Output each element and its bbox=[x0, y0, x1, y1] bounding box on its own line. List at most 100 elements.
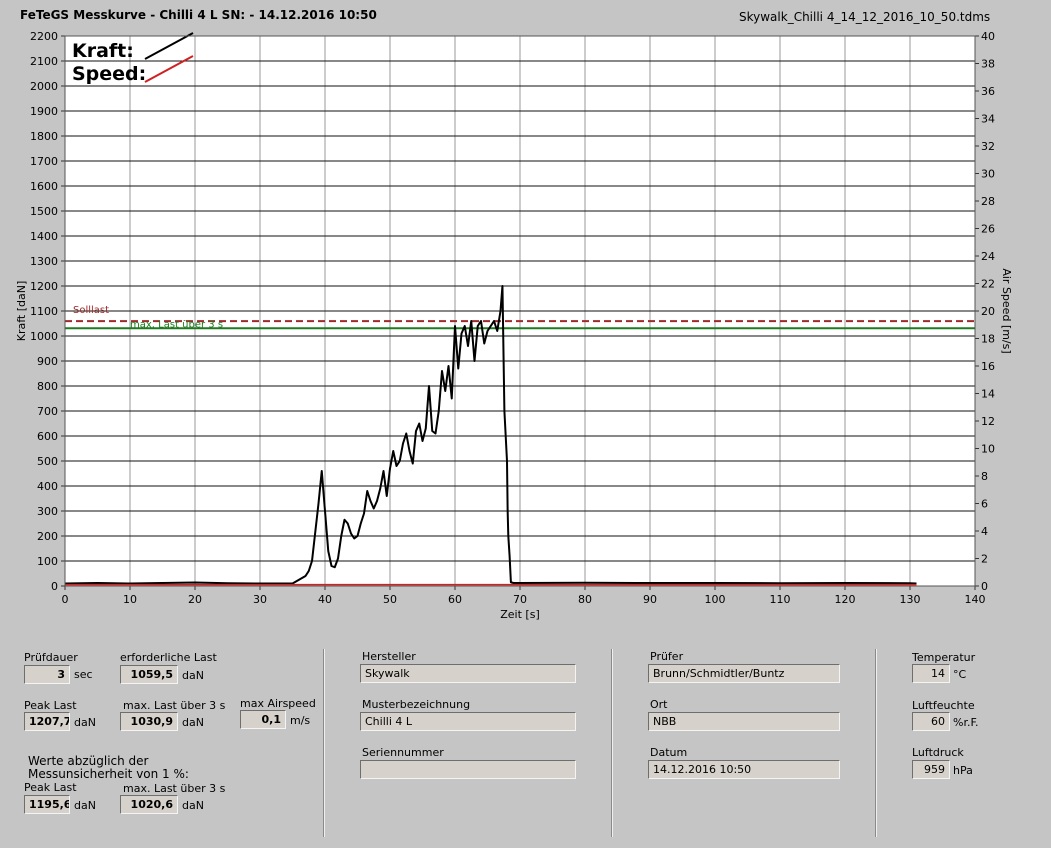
x-tick-label: 40 bbox=[318, 593, 332, 606]
y-left-tick-label: 1800 bbox=[30, 130, 58, 143]
erf-last-label: erforderliche Last bbox=[120, 651, 217, 664]
max-last-unit: daN bbox=[182, 716, 204, 729]
y-axis-left: 0 100 200 300 400 500 600 700 800 900 1000 1100 1200… bbox=[30, 30, 65, 593]
temperatur-unit: °C bbox=[953, 668, 967, 681]
panel-separator bbox=[611, 649, 613, 837]
x-tick-label: 90 bbox=[643, 593, 657, 606]
y-left-tick-label: 1200 bbox=[30, 280, 58, 293]
max-last-label: max. Last über 3 s bbox=[123, 699, 226, 712]
y-right-tick-label: 6 bbox=[981, 498, 988, 511]
y-right-tick-label: 28 bbox=[981, 195, 995, 208]
y-right-tick-label: 16 bbox=[981, 360, 995, 373]
max-airspeed-unit: m/s bbox=[290, 714, 311, 727]
y-axis-right: 0246810121416182022242628303234363840 bbox=[975, 30, 995, 593]
erf-last-field: 1059,5 bbox=[120, 665, 178, 684]
seriennummer-label: Seriennummer bbox=[362, 746, 444, 759]
y-left-tick-label: 300 bbox=[37, 505, 58, 518]
y-right-tick-label: 22 bbox=[981, 278, 995, 291]
luftfeuchte-label: Luftfeuchte bbox=[912, 699, 975, 712]
y-right-tick-label: 36 bbox=[981, 85, 995, 98]
y-left-tick-label: 1500 bbox=[30, 205, 58, 218]
ort-label: Ort bbox=[650, 698, 668, 711]
muster-label: Musterbezeichnung bbox=[362, 698, 471, 711]
peak-last-corr-field: 1195,6 bbox=[24, 795, 70, 814]
peak-last-field: 1207,7 bbox=[24, 712, 70, 731]
y-right-tick-label: 4 bbox=[981, 525, 988, 538]
luftdruck-label: Luftdruck bbox=[912, 746, 964, 759]
pruefdauer-unit: sec bbox=[74, 668, 93, 681]
luftfeuchte-field: 60 bbox=[912, 712, 950, 731]
hersteller-field: Skywalk bbox=[360, 664, 576, 683]
x-axis: 0 10 20 30 40 50 60 70 80 90 100 110 120 130 140 bbox=[62, 586, 986, 606]
y-right-tick-label: 8 bbox=[981, 470, 988, 483]
pruefdauer-field: 3 bbox=[24, 665, 70, 684]
y-left-tick-label: 2200 bbox=[30, 30, 58, 43]
y-right-tick-label: 0 bbox=[981, 580, 988, 593]
x-tick-label: 30 bbox=[253, 593, 267, 606]
y-right-tick-label: 32 bbox=[981, 140, 995, 153]
y-left-tick-label: 1000 bbox=[30, 330, 58, 343]
y-right-tick-label: 34 bbox=[981, 113, 995, 126]
y-left-tick-label: 600 bbox=[37, 430, 58, 443]
x-tick-label: 20 bbox=[188, 593, 202, 606]
y-right-tick-label: 10 bbox=[981, 443, 995, 456]
max-airspeed-label: max Airspeed bbox=[240, 697, 316, 710]
max-last-corr-unit: daN bbox=[182, 799, 204, 812]
pruefer-label: Prüfer bbox=[650, 650, 684, 663]
y-right-tick-label: 24 bbox=[981, 250, 995, 263]
y-left-tick-label: 1400 bbox=[30, 230, 58, 243]
y-left-tick-label: 1300 bbox=[30, 255, 58, 268]
y-right-tick-label: 2 bbox=[981, 553, 988, 566]
panel-separator bbox=[323, 649, 325, 837]
luftdruck-unit: hPa bbox=[953, 764, 973, 777]
max-airspeed-field: 0,1 bbox=[240, 710, 286, 729]
force-chart: 0100200300400500600700800900100011001200… bbox=[15, 30, 1013, 621]
hersteller-label: Hersteller bbox=[362, 650, 416, 663]
luftfeuchte-unit: %r.F. bbox=[953, 716, 979, 729]
y-axis-left-label: Kraft [daN] bbox=[15, 281, 28, 342]
y-left-tick-label: 1600 bbox=[30, 180, 58, 193]
peak-last-corr-unit: daN bbox=[74, 799, 96, 812]
max-last-corr-field: 1020,6 bbox=[120, 795, 178, 814]
y-right-tick-label: 26 bbox=[981, 223, 995, 236]
y-left-tick-label: 500 bbox=[37, 455, 58, 468]
temperatur-field: 14 bbox=[912, 664, 950, 683]
y-right-tick-label: 40 bbox=[981, 30, 995, 43]
y-left-tick-label: 800 bbox=[37, 380, 58, 393]
reference-line-label: Solllast bbox=[73, 305, 109, 316]
datum-label: Datum bbox=[650, 746, 688, 759]
legend-label: Kraft: bbox=[72, 40, 134, 62]
y-left-tick-label: 900 bbox=[37, 355, 58, 368]
pruefdauer-label: Prüfdauer bbox=[24, 651, 78, 664]
y-left-tick-label: 1100 bbox=[30, 305, 58, 318]
pruefer-field: Brunn/Schmidtler/Buntz bbox=[648, 664, 840, 683]
x-tick-label: 80 bbox=[578, 593, 592, 606]
y-left-tick-label: 2100 bbox=[30, 55, 58, 68]
y-left-tick-label: 400 bbox=[37, 480, 58, 493]
peak-last-label: Peak Last bbox=[24, 699, 77, 712]
luftdruck-field: 959 bbox=[912, 760, 950, 779]
x-tick-label: 120 bbox=[835, 593, 856, 606]
file-name: Skywalk_Chilli 4_14_12_2016_10_50.tdms bbox=[739, 10, 991, 24]
peak-last-unit: daN bbox=[74, 716, 96, 729]
x-tick-label: 10 bbox=[123, 593, 137, 606]
y-left-tick-label: 200 bbox=[37, 530, 58, 543]
chart-title: FeTeGS Messkurve - Chilli 4 L SN: - 14.1… bbox=[20, 8, 377, 22]
legend-label: Speed: bbox=[72, 63, 146, 85]
y-left-tick-label: 2000 bbox=[30, 80, 58, 93]
x-tick-label: 110 bbox=[770, 593, 791, 606]
max-last-field: 1030,9 bbox=[120, 712, 178, 731]
y-right-tick-label: 20 bbox=[981, 305, 995, 318]
y-right-tick-label: 30 bbox=[981, 168, 995, 181]
y-right-tick-label: 38 bbox=[981, 58, 995, 71]
x-tick-label: 50 bbox=[383, 593, 397, 606]
datum-field: 14.12.2016 10:50 bbox=[648, 760, 840, 779]
x-tick-label: 0 bbox=[62, 593, 69, 606]
werte-note-line-1: Werte abzüglich der bbox=[28, 754, 149, 768]
ort-field: NBB bbox=[648, 712, 840, 731]
panel-separator bbox=[875, 649, 877, 837]
muster-field: Chilli 4 L bbox=[360, 712, 576, 731]
x-axis-label: Zeit [s] bbox=[500, 608, 539, 621]
y-right-tick-label: 14 bbox=[981, 388, 995, 401]
temperatur-label: Temperatur bbox=[912, 651, 976, 664]
